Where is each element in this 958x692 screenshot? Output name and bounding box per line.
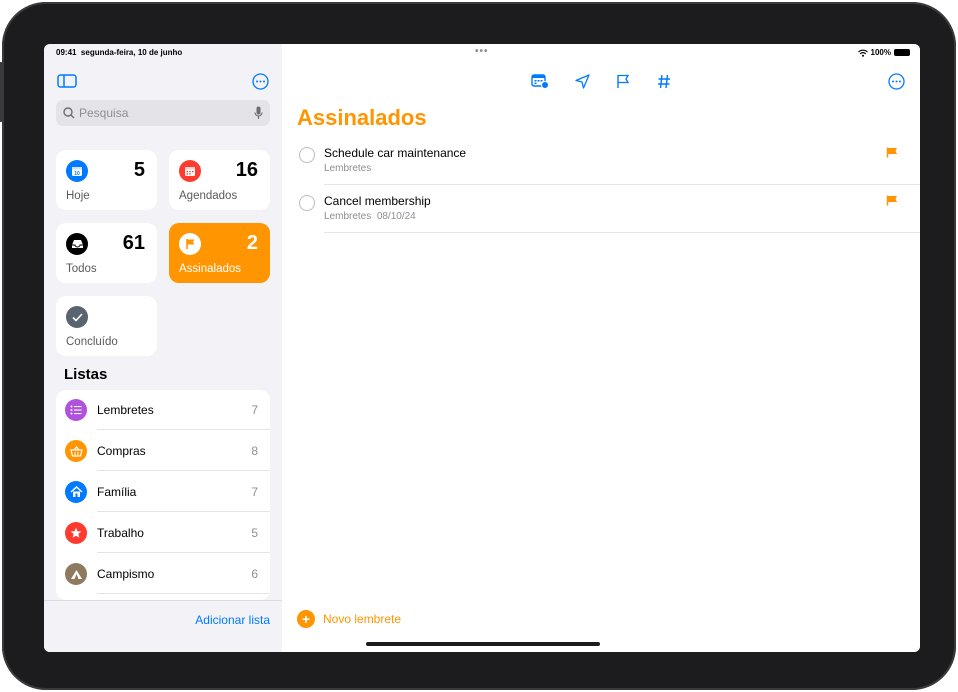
calendar-today-icon: 10 <box>66 160 88 182</box>
new-reminder-button[interactable]: + Novo lembrete <box>297 610 401 628</box>
screen: Pesquisa 10 5 Hoje 16 Agendados 61 Todos… <box>44 44 920 652</box>
main-more-button[interactable] <box>886 71 906 91</box>
divider <box>324 184 920 185</box>
add-list-button[interactable]: Adicionar lista <box>195 613 270 627</box>
tile-label: Agendados <box>179 190 238 202</box>
calendar-badge-icon <box>531 74 549 89</box>
tile-todos[interactable]: 61 Todos <box>56 223 157 283</box>
sidebar-footer: Adicionar lista <box>44 600 282 652</box>
search-input[interactable]: Pesquisa <box>56 100 270 126</box>
reminder-title[interactable]: Schedule car maintenance <box>324 146 466 160</box>
battery-percent: 100% <box>870 48 891 57</box>
page-title: Assinalados <box>297 105 427 130</box>
date-filter-button[interactable] <box>530 72 550 90</box>
sidebar-toggle-button[interactable] <box>56 72 78 90</box>
list-item-lembretes[interactable]: Lembretes 7 <box>56 390 270 430</box>
ellipsis-circle-icon <box>251 72 269 90</box>
reminder-date: 08/10/24 <box>376 211 416 222</box>
tile-agendados[interactable]: 16 Agendados <box>169 150 270 210</box>
reminder-checkbox[interactable] <box>299 195 315 211</box>
divider <box>97 429 270 430</box>
new-reminder-label: Novo lembrete <box>323 612 402 626</box>
hashtag-icon <box>658 74 670 88</box>
divider <box>97 470 270 471</box>
list-count: 8 <box>251 444 258 458</box>
list-name: Família <box>97 485 137 499</box>
search-icon <box>63 107 75 119</box>
list-item-familia[interactable]: Família 7 <box>56 472 270 512</box>
tile-concluido[interactable]: Concluído <box>56 296 157 356</box>
status-bar: 09:41 segunda-feira, 10 de junho ••• 100… <box>44 44 920 62</box>
flag-filter-button[interactable] <box>613 72 633 90</box>
divider <box>97 552 270 553</box>
tile-label: Assinalados <box>179 263 242 275</box>
list-name: Compras <box>97 444 146 458</box>
battery-icon <box>894 49 910 56</box>
wifi-icon <box>857 49 868 57</box>
tile-label: Concluído <box>66 336 118 348</box>
list-count: 7 <box>251 403 258 417</box>
reminder-title[interactable]: Cancel membership <box>324 194 431 208</box>
tray-icon <box>66 233 88 255</box>
basket-icon <box>65 440 87 462</box>
plus-circle-icon: + <box>297 610 315 628</box>
search-placeholder: Pesquisa <box>79 106 129 120</box>
calendar-icon <box>179 160 201 182</box>
tile-count: 5 <box>133 159 145 181</box>
main-content: Assinalados Schedule car maintenance Lem… <box>282 44 920 652</box>
reminder-list-name: Lembretes <box>324 211 372 222</box>
divider <box>97 511 270 512</box>
status-time: 09:41 <box>56 48 77 57</box>
location-filter-button[interactable] <box>572 72 592 90</box>
tile-label: Hoje <box>66 190 90 202</box>
flag-outline-icon <box>617 74 630 88</box>
sidebar-more-button[interactable] <box>250 71 270 91</box>
sidebar-icon <box>57 74 77 88</box>
location-arrow-icon <box>574 73 590 89</box>
lists-heading: Listas <box>64 366 108 383</box>
list-item-compras[interactable]: Compras 8 <box>56 431 270 471</box>
divider <box>324 232 920 233</box>
status-date: segunda-feira, 10 de junho <box>80 48 183 57</box>
microphone-icon[interactable] <box>254 106 263 120</box>
tile-count: 61 <box>122 232 145 254</box>
multitasking-dots[interactable]: ••• <box>475 46 489 57</box>
ipad-frame: Pesquisa 10 5 Hoje 16 Agendados 61 Todos… <box>0 2 956 690</box>
star-icon <box>65 522 87 544</box>
flag-icon <box>886 147 897 158</box>
sidebar: Pesquisa 10 5 Hoje 16 Agendados 61 Todos… <box>44 44 283 652</box>
tile-label: Todos <box>66 263 97 275</box>
list-name: Lembretes <box>97 403 154 417</box>
status-time-date: 09:41 segunda-feira, 10 de junho <box>56 48 182 57</box>
tile-count: 16 <box>235 159 258 181</box>
home-indicator[interactable] <box>366 642 600 646</box>
list-count: 7 <box>251 485 258 499</box>
tag-filter-button[interactable] <box>654 72 674 90</box>
reminder-list-name: Lembretes <box>324 163 372 174</box>
tile-count: 2 <box>246 232 258 254</box>
tile-assinalados[interactable]: 2 Assinalados <box>169 223 270 283</box>
ellipsis-circle-icon <box>887 72 905 90</box>
flag-icon <box>179 233 201 255</box>
list-item-trabalho[interactable]: Trabalho 5 <box>56 513 270 553</box>
list-count: 6 <box>251 567 258 581</box>
reminder-meta: Lembretes 08/10/24 <box>324 211 416 222</box>
list-name: Trabalho <box>97 526 144 540</box>
flag-icon <box>886 195 897 206</box>
status-indicators: 100% <box>857 48 910 57</box>
house-icon <box>65 481 87 503</box>
checkmark-icon <box>66 306 88 328</box>
lists-group: Lembretes 7 Compras 8 Família 7 Trabalho… <box>56 390 270 600</box>
reminder-row[interactable]: Cancel membership Lembretes 08/10/24 <box>282 187 920 233</box>
reminder-checkbox[interactable] <box>299 147 315 163</box>
reminder-row[interactable]: Schedule car maintenance Lembretes <box>282 139 920 185</box>
tent-icon <box>65 563 87 585</box>
list-count: 5 <box>251 526 258 540</box>
list-bullet-icon <box>65 399 87 421</box>
divider <box>97 593 270 594</box>
tile-hoje[interactable]: 10 5 Hoje <box>56 150 157 210</box>
svg-text:10: 10 <box>74 171 80 177</box>
list-item-campismo[interactable]: Campismo 6 <box>56 554 270 594</box>
list-name: Campismo <box>97 567 155 581</box>
